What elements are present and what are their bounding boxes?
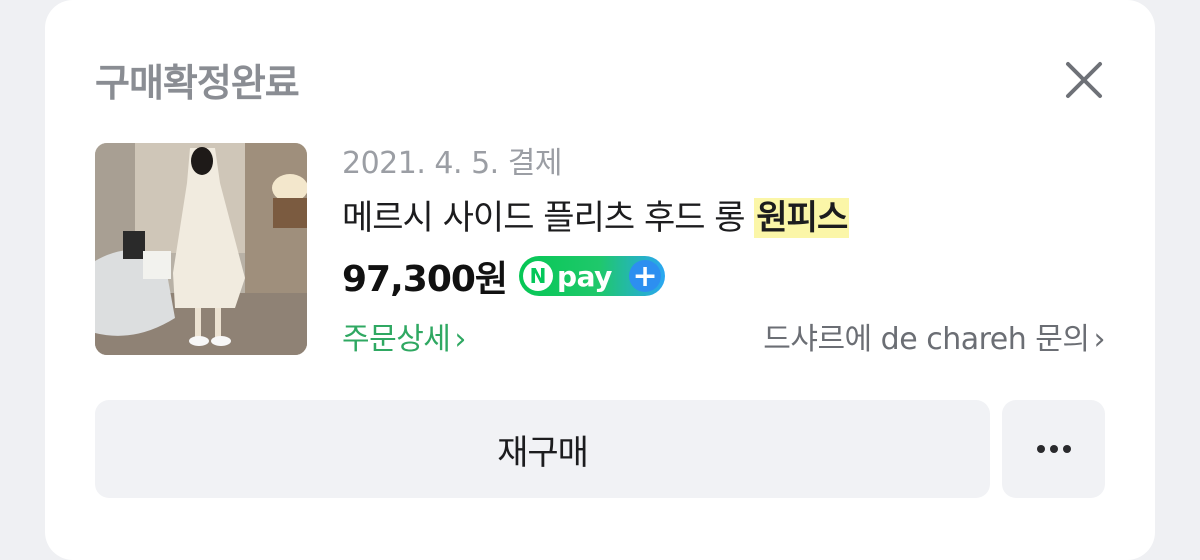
order-detail-link[interactable]: 주문상세 ›: [342, 314, 466, 358]
product-thumbnail[interactable]: [95, 143, 307, 355]
order-status-title: 구매확정완료: [95, 61, 300, 105]
product-title[interactable]: 메르시 사이드 플리츠 후드 롱 원피스: [342, 190, 850, 239]
payment-date: 2021. 4. 5. 결제: [342, 146, 562, 181]
npay-n-icon: N: [523, 261, 554, 291]
more-dots-icon: [1036, 445, 1045, 453]
product-name-highlight: 원피스: [754, 198, 850, 238]
seller-inquiry-label: 드샤르에 de chareh 문의: [763, 322, 1090, 357]
chevron-right-icon: ›: [1093, 322, 1106, 357]
more-dots-icon: [1049, 445, 1058, 453]
chevron-right-icon: ›: [454, 322, 466, 357]
npay-plus-icon: +: [629, 259, 662, 294]
close-icon[interactable]: [1060, 56, 1108, 104]
rebuy-button[interactable]: 재구매: [95, 400, 990, 498]
more-options-button[interactable]: [1002, 400, 1105, 498]
order-detail-label: 주문상세: [342, 322, 451, 357]
npay-label: pay: [557, 259, 612, 293]
more-dots-icon: [1062, 445, 1071, 453]
product-name: 메르시 사이드 플리츠 후드 롱: [342, 198, 746, 238]
npay-plus-badge: N pay +: [519, 256, 666, 296]
order-card: 구매확정완료 2021. 4. 5. 결제 메르시 사이드 플리츠 후드 롱 원…: [45, 0, 1155, 560]
price-row: 97,300원 N pay +: [342, 250, 666, 302]
seller-inquiry-link[interactable]: 드샤르에 de chareh 문의 ›: [763, 314, 1105, 358]
product-price: 97,300원: [342, 259, 508, 300]
